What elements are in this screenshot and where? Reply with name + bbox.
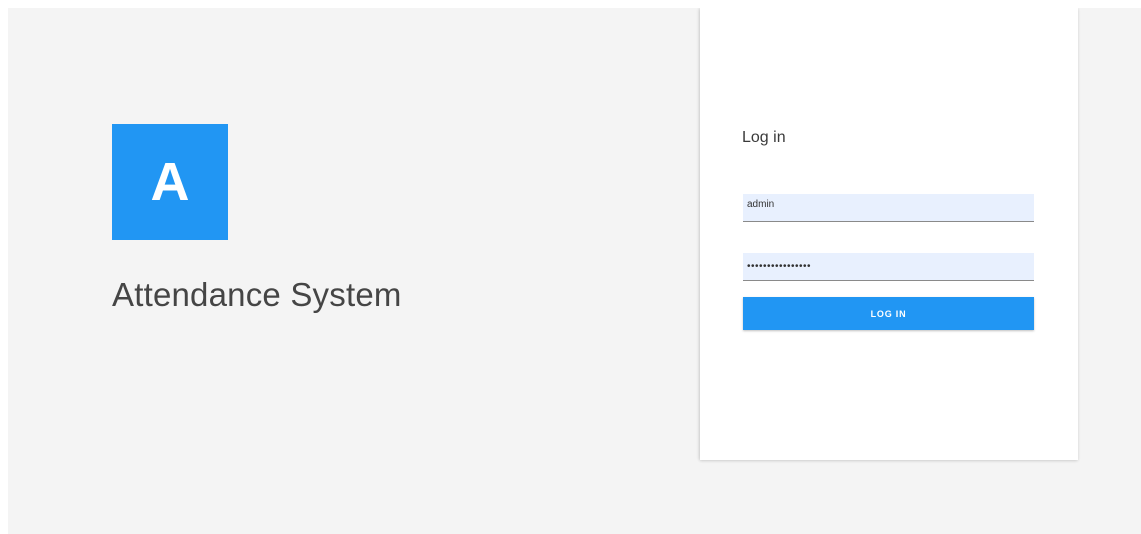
login-card: Log in LOG IN [700, 8, 1078, 460]
login-title: Log in [742, 129, 786, 146]
login-button[interactable]: LOG IN [743, 297, 1034, 330]
app-name: Attendance System [112, 276, 402, 313]
username-field[interactable] [743, 194, 1034, 222]
password-field[interactable] [743, 253, 1034, 281]
app-logo: A [112, 124, 228, 240]
logo-letter: A [150, 152, 190, 212]
page-background: A Attendance System Log in LOG IN [8, 8, 1141, 534]
